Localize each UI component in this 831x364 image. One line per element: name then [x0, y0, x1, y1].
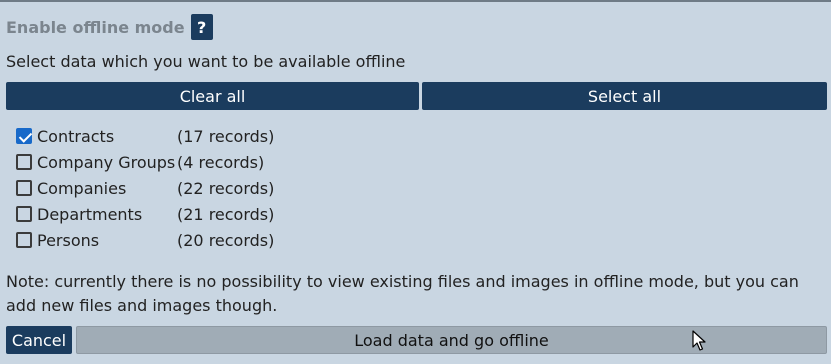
help-button[interactable]: ?: [190, 14, 213, 40]
clear-all-button[interactable]: Clear all: [6, 82, 419, 110]
companies-checkbox[interactable]: [16, 180, 32, 196]
load-data-go-offline-button[interactable]: Load data and go offline: [76, 326, 827, 354]
offline-mode-dialog: Enable offline mode ? Select data which …: [0, 2, 831, 364]
mouse-pointer-icon: [692, 330, 706, 351]
option-record-count: (20 records): [177, 230, 275, 250]
departments-checkbox[interactable]: [16, 206, 32, 222]
select-all-button[interactable]: Select all: [422, 82, 827, 110]
option-company-groups[interactable]: Company Groups (4 records): [16, 149, 274, 175]
option-record-count: (4 records): [177, 152, 265, 172]
option-label: Company Groups: [37, 152, 176, 172]
contracts-checkbox[interactable]: [16, 128, 32, 144]
title-row: Enable offline mode ?: [6, 14, 213, 40]
dialog-subtitle: Select data which you want to be availab…: [6, 52, 406, 71]
dialog-title: Enable offline mode: [6, 17, 185, 37]
option-label: Companies: [37, 178, 127, 198]
persons-checkbox[interactable]: [16, 232, 32, 248]
option-departments[interactable]: Departments (21 records): [16, 201, 274, 227]
option-persons[interactable]: Persons (20 records): [16, 227, 274, 253]
company-groups-checkbox[interactable]: [16, 154, 32, 170]
cancel-button[interactable]: Cancel: [6, 326, 72, 354]
option-label: Contracts: [37, 126, 115, 146]
option-companies[interactable]: Companies (22 records): [16, 175, 274, 201]
option-contracts[interactable]: Contracts (17 records): [16, 123, 274, 149]
option-record-count: (22 records): [177, 178, 275, 198]
data-options-list: Contracts (17 records) Company Groups (4…: [16, 123, 274, 253]
option-record-count: (21 records): [177, 204, 275, 224]
option-label: Persons: [37, 230, 100, 250]
offline-note: Note: currently there is no possibility …: [6, 272, 799, 315]
option-record-count: (17 records): [177, 126, 275, 146]
option-label: Departments: [37, 204, 143, 224]
